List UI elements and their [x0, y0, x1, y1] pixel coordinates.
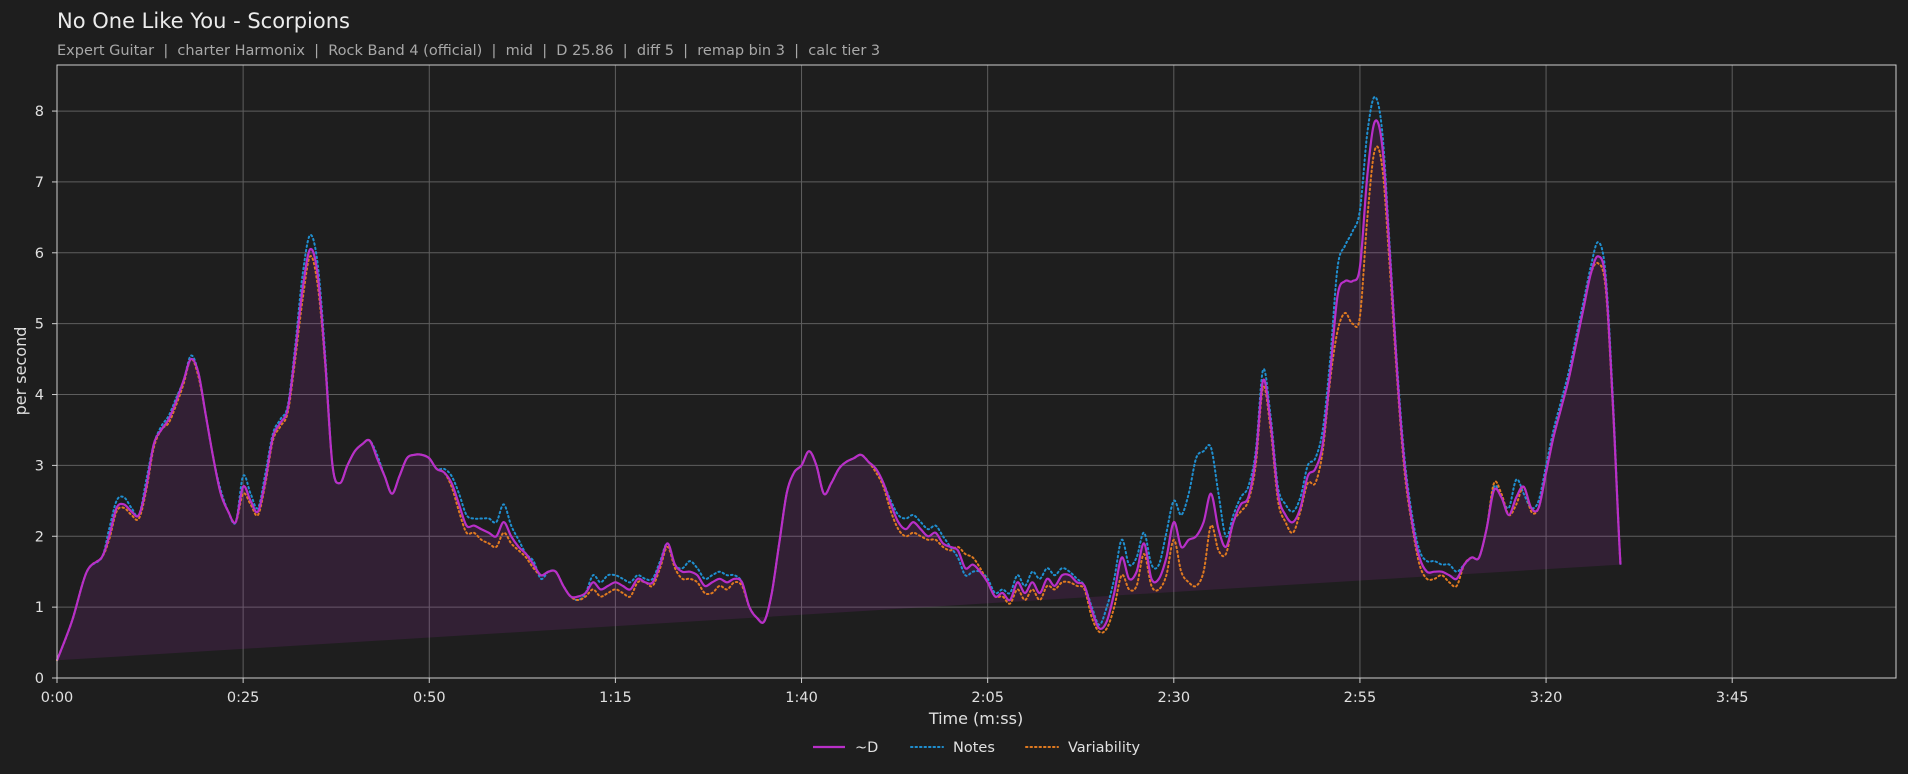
y-tick-label: 3	[35, 458, 44, 474]
y-tick-label: 8	[35, 104, 44, 120]
x-tick-label: 2:30	[1158, 690, 1191, 706]
y-tick-label: 4	[35, 388, 44, 404]
y-tick-label: 0	[35, 671, 44, 687]
x-tick-label: 2:05	[971, 690, 1004, 706]
chart-title: No One Like You - Scorpions	[57, 9, 350, 33]
y-tick-label: 2	[35, 529, 44, 545]
y-tick-label: 7	[35, 175, 44, 191]
legend: ~D Notes Variability	[813, 740, 1141, 756]
x-tick-label: 3:20	[1530, 690, 1563, 706]
x-axis-label: Time (m:ss)	[928, 709, 1023, 728]
legend-label: Notes	[953, 740, 995, 756]
y-tick-label: 1	[35, 600, 44, 616]
y-tick-label: 6	[35, 246, 44, 262]
x-tick-label: 1:40	[785, 690, 818, 706]
legend-label: ~D	[855, 740, 878, 756]
legend-label: Variability	[1068, 740, 1141, 756]
x-tick-label: 3:45	[1716, 690, 1749, 706]
chart: No One Like You - Scorpions Expert Guita…	[11, 9, 1897, 756]
y-tick-label: 5	[35, 317, 44, 333]
y-axis-label: per second	[11, 327, 30, 416]
x-tick-label: 0:25	[227, 690, 260, 706]
x-tick-label: 0:00	[41, 690, 74, 706]
x-tick-label: 2:55	[1344, 690, 1377, 706]
x-tick-label: 0:50	[413, 690, 446, 706]
chart-subtitle: Expert Guitar | charter Harmonix | Rock …	[57, 43, 880, 59]
x-tick-label: 1:15	[599, 690, 632, 706]
